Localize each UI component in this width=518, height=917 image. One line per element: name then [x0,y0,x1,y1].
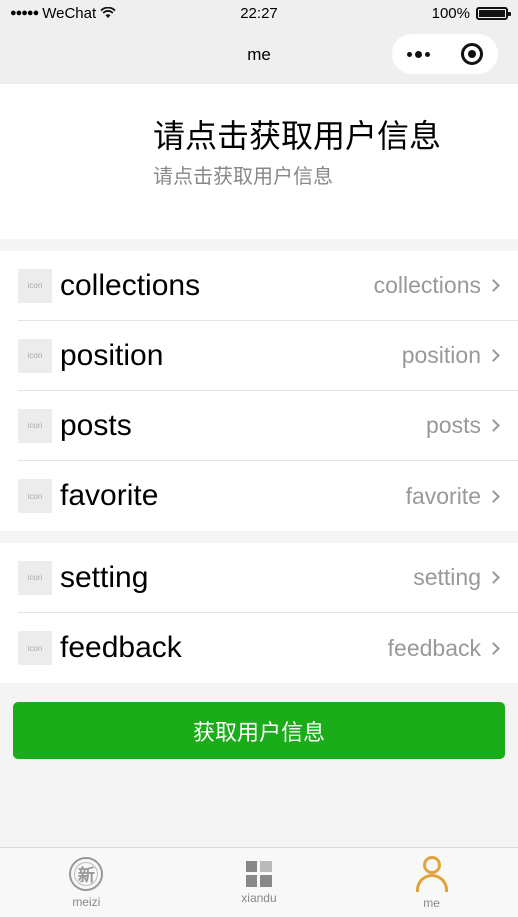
menu-item-value: favorite [405,482,481,509]
menu-item-value: collections [373,272,481,298]
battery-icon [476,6,511,20]
tab-xiandu[interactable]: xiandu [199,860,319,905]
posts-icon: icon [18,408,52,443]
user-subtitle: 请点击获取用户信息 [153,166,333,188]
nav-bar: me [0,26,518,84]
battery-percent: 100% [431,4,470,22]
chevron-right-icon [487,489,500,503]
chevron-right-icon [487,571,500,584]
signal-icon: ●●●●● [10,7,39,19]
menu-item-label: position [60,338,164,372]
menu-item-value: feedback [387,634,481,661]
button-wrapper: 获取用户信息 [0,683,518,759]
chevron-right-icon [487,419,500,432]
menu-group-2: icon setting setting icon feedback feedb… [0,543,518,683]
menu-item-posts[interactable]: icon posts posts [18,391,518,461]
setting-icon: icon [18,560,52,595]
menu-group-1: icon collections collections icon positi… [0,251,518,531]
chevron-right-icon [487,641,500,655]
mini-program-capsule [392,34,498,74]
status-right: 100% [431,4,511,22]
new-badge-icon: 新 [69,856,104,891]
tab-me[interactable]: me [372,855,492,910]
chevron-right-icon [487,279,500,292]
carrier-label: WeChat [42,4,97,22]
more-icon[interactable] [407,50,431,58]
get-user-info-button[interactable]: 获取用户信息 [13,702,505,759]
close-target-icon[interactable] [460,43,483,65]
person-icon [414,855,450,892]
menu-item-label: posts [60,408,132,442]
menu-item-value: position [401,342,481,368]
page-title: me [247,45,271,64]
wifi-icon [100,7,116,18]
collections-icon: icon [18,268,52,303]
tab-meizi[interactable]: 新 meizi [26,856,146,909]
menu-item-label: favorite [60,479,159,512]
favorite-icon: icon [18,479,52,513]
status-left: ●●●●● WeChat [10,5,116,22]
menu-item-collections[interactable]: icon collections collections [18,251,518,321]
menu-item-feedback[interactable]: icon feedback feedback [18,613,518,683]
tab-label: me [423,895,440,910]
user-info[interactable]: 请点击获取用户信息 请点击获取用户信息 [0,84,518,239]
chevron-right-icon [487,349,500,362]
menu-item-value: posts [426,412,481,438]
menu-item-value: setting [413,564,481,590]
grid-icon [245,860,272,887]
tab-label: xiandu [241,890,277,905]
tab-label: meizi [72,894,101,909]
tab-bar: 新 meizi xiandu me [0,847,518,917]
menu-item-label: feedback [60,631,182,664]
user-name: 请点击获取用户信息 [153,118,442,154]
position-icon: icon [18,338,52,373]
status-bar: ●●●●● WeChat 22:27 100% [0,0,518,26]
feedback-icon: icon [18,631,52,665]
menu-item-label: collections [60,268,201,302]
menu-item-favorite[interactable]: icon favorite favorite [18,461,518,531]
menu-item-label: setting [60,560,149,594]
menu-item-setting[interactable]: icon setting setting [18,543,518,613]
menu-item-position[interactable]: icon position position [18,321,518,391]
